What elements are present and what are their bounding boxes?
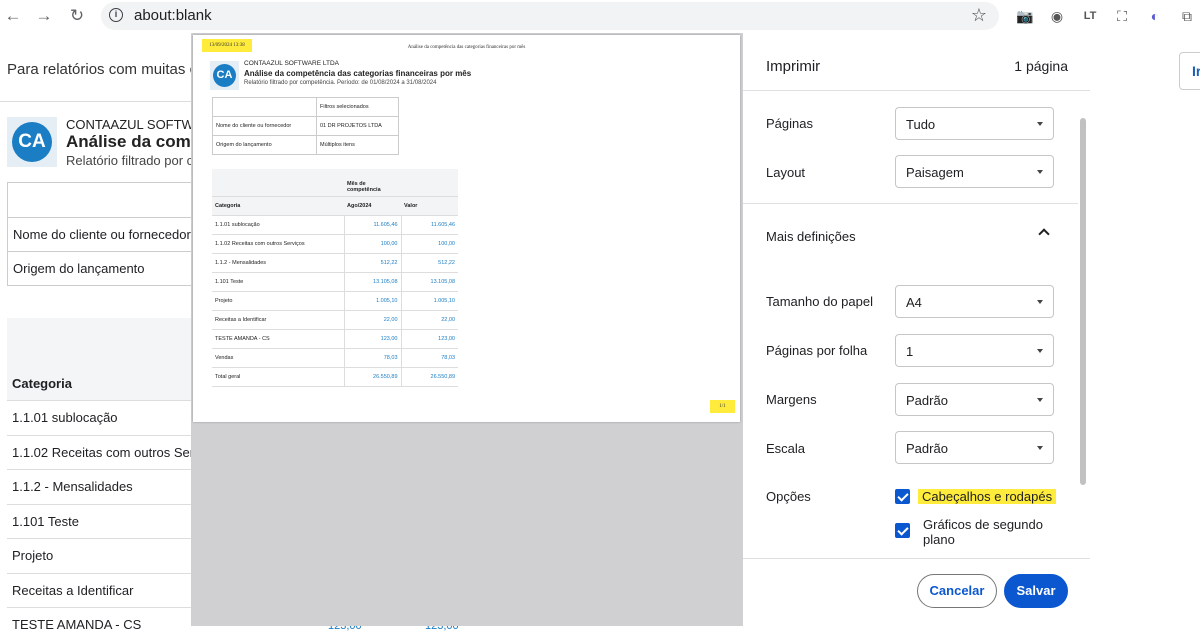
- reload-icon[interactable]: ↻: [66, 5, 88, 27]
- assistant-icon[interactable]: ◐: [1145, 6, 1165, 26]
- company-logo: CA: [7, 117, 57, 167]
- pages-per-sheet-label: Páginas por folha: [766, 343, 868, 358]
- scale-select[interactable]: Padrão: [895, 431, 1054, 464]
- camera-icon[interactable]: 📷: [1015, 6, 1035, 26]
- divider: [0, 101, 200, 102]
- company-logo: CA: [210, 61, 239, 90]
- filter-table: Filtros selecionados Nome do cliente ou …: [212, 97, 399, 155]
- print-preview: 13/09/2024 13:38 Análise da competência …: [191, 33, 743, 626]
- headers-footers-label[interactable]: Cabeçalhos e rodapés: [918, 489, 1057, 504]
- total-row: Total geral 26.550,89 26.550,89: [212, 367, 458, 387]
- report-subtitle: Relatório filtrado por competência. Perí…: [244, 80, 437, 86]
- filter-label: Nome do cliente ou fornecedor: [212, 116, 317, 136]
- data-table: Mês de competência Categoria Ago/2024 Valo…: [212, 169, 458, 387]
- margins-select[interactable]: Padrão: [895, 383, 1054, 416]
- column-header: Categoria: [212, 196, 344, 216]
- background-graphics-checkbox[interactable]: [895, 523, 910, 538]
- dialog-title: Imprimir: [766, 58, 821, 75]
- column-header: Ago/2024: [344, 196, 401, 216]
- table-row: Projeto 1.005,10 1.005,10: [212, 291, 458, 311]
- header-title: Análise da competência das categorias fi…: [407, 45, 526, 50]
- table-row: 1.1.02 Receitas com outros Serviços 100,0…: [212, 234, 458, 254]
- table-row: 1.1.02 Receitas com outros Servi: [7, 436, 207, 470]
- languagetool-icon[interactable]: LT: [1080, 6, 1100, 26]
- extension-icon[interactable]: ◉: [1047, 6, 1067, 26]
- paper-size-label: Tamanho do papel: [766, 294, 873, 309]
- page-action-button[interactable]: Ir: [1179, 52, 1200, 90]
- column-header: Valor: [401, 196, 458, 216]
- bookmark-star-icon[interactable]: ☆: [971, 5, 987, 26]
- background-graphics-label[interactable]: Gráficos de segundo plano: [923, 517, 1043, 547]
- headers-footers-checkbox[interactable]: [895, 489, 910, 504]
- group-header: Mês de competência: [344, 169, 401, 197]
- paper-size-select[interactable]: A4: [895, 285, 1054, 318]
- table-row: 1.1.01 sublocação: [7, 401, 207, 436]
- chevron-down-icon: [1037, 300, 1043, 304]
- table-row: TESTE AMANDA - CS 123,00 123,00: [212, 329, 458, 349]
- company-name: CONTAAZUL SOFTWARE LTDA: [244, 60, 339, 67]
- table-row: 1.101 Teste: [7, 505, 207, 539]
- report-title: Análise da compe: [66, 132, 211, 151]
- divider: [743, 203, 1078, 204]
- report-title: Análise da competência das categorias fi…: [244, 69, 472, 78]
- filter-label: Origem do lançamento: [8, 251, 206, 285]
- table-row: Projeto: [7, 539, 207, 574]
- notice-text: Para relatórios com muitas co: [7, 61, 206, 78]
- table-row: Receitas a Identificar 22,00 22,00: [212, 310, 458, 330]
- back-icon[interactable]: ←: [2, 5, 24, 27]
- table-row: 1.1.2 - Mensalidades 512,22 512,22: [212, 253, 458, 273]
- pages-per-sheet-select[interactable]: 1: [895, 334, 1054, 367]
- filter-value: 01 DR PROJETOS LTDA: [316, 116, 399, 136]
- page-count: 1 página: [1014, 58, 1068, 74]
- layout-label: Layout: [766, 165, 806, 180]
- chevron-down-icon: [1037, 398, 1043, 402]
- panel-scrollbar[interactable]: [1080, 118, 1086, 485]
- panel-header: Imprimir 1 página: [743, 33, 1090, 91]
- chevron-down-icon: [1037, 122, 1043, 126]
- options-label: Opções: [766, 489, 811, 504]
- chevron-down-icon: [1037, 349, 1043, 353]
- panel-footer: Cancelar Salvar: [743, 558, 1090, 626]
- url-text[interactable]: about:blank: [134, 7, 212, 24]
- table-row: Receitas a Identificar: [7, 574, 207, 608]
- table-row: TESTE AMANDA - CS: [7, 608, 207, 633]
- site-info-icon[interactable]: i: [109, 8, 123, 22]
- table-row: 1.1.01 sublocação 11.605,46 11.605,46: [212, 215, 458, 235]
- more-settings-toggle[interactable]: Mais definições: [766, 229, 856, 244]
- filter-header: Filtros selecionados: [316, 97, 399, 117]
- report-subtitle: Relatório filtrado por c: [66, 153, 194, 168]
- print-settings-panel: Imprimir 1 página Páginas Tudo Layout Pa…: [743, 33, 1090, 626]
- chevron-up-icon[interactable]: [1038, 228, 1050, 240]
- browser-toolbar: ← → ↻ i about:blank ☆ 📷 ◉ LT ⛶ ◐ ⧉: [0, 0, 1200, 33]
- table-row: Vendas 78,03 78,03: [212, 348, 458, 368]
- address-bar[interactable]: i about:blank ☆: [101, 2, 999, 30]
- data-table: Categoria 1.1.01 sublocação 1.1.02 Recei…: [7, 318, 207, 633]
- preview-page: 13/09/2024 13:38 Análise da competência …: [193, 35, 740, 422]
- chevron-down-icon: [1037, 170, 1043, 174]
- filter-label: Origem do lançamento: [212, 135, 317, 155]
- save-button[interactable]: Salvar: [1004, 574, 1068, 608]
- cancel-button[interactable]: Cancelar: [917, 574, 997, 608]
- filter-value: Múltiplos itens: [316, 135, 399, 155]
- puzzle-icon[interactable]: ⧉: [1177, 6, 1197, 26]
- screenshot-icon[interactable]: ⛶: [1112, 6, 1132, 26]
- filter-table: Nome do cliente ou fornecedor Origem do …: [7, 182, 207, 286]
- margins-label: Margens: [766, 392, 817, 407]
- pages-label: Páginas: [766, 116, 813, 131]
- filter-label: Nome do cliente ou fornecedor: [8, 217, 206, 251]
- table-row: 1.101 Teste 13.105,08 13.105,08: [212, 272, 458, 292]
- chevron-down-icon: [1037, 446, 1043, 450]
- forward-icon[interactable]: →: [33, 5, 55, 27]
- footer-page-number: 1/1: [710, 400, 735, 413]
- table-row: 1.1.2 - Mensalidades: [7, 470, 207, 505]
- column-header: Categoria: [12, 376, 72, 391]
- scale-label: Escala: [766, 441, 806, 456]
- pages-select[interactable]: Tudo: [895, 107, 1054, 140]
- layout-select[interactable]: Paisagem: [895, 155, 1054, 188]
